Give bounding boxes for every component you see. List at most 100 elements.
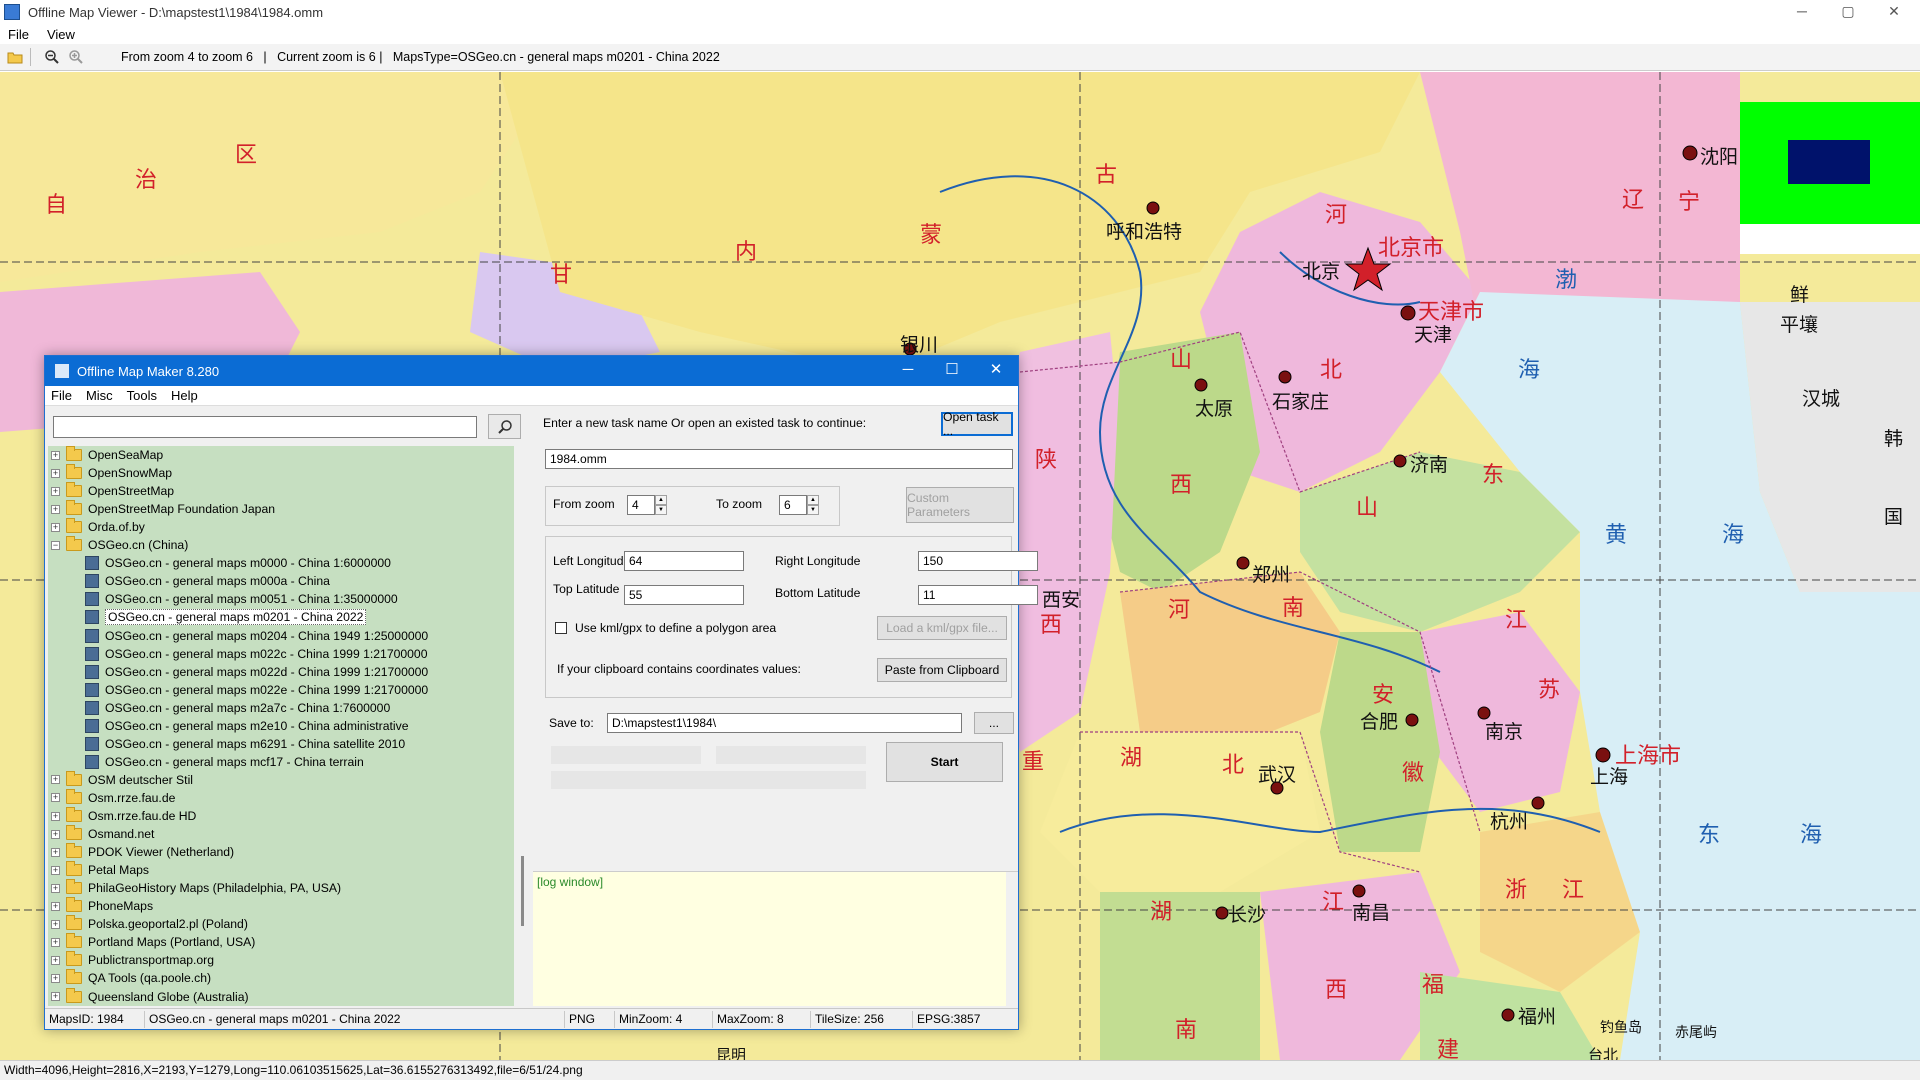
tree-folder-item[interactable]: + Osmand.net bbox=[51, 825, 154, 843]
tree-folder-item[interactable]: + Osm.rrze.fau.de bbox=[51, 788, 175, 807]
search-button[interactable] bbox=[488, 414, 521, 439]
status-min-zoom: MinZoom: 4 bbox=[615, 1010, 713, 1028]
menu-help[interactable]: Help bbox=[171, 388, 198, 403]
save-to-input[interactable]: D:\mapstest1\1984\ bbox=[607, 713, 962, 733]
tree-folder-item[interactable]: − OSGeo.cn (China) bbox=[51, 536, 188, 554]
dialog-titlebar[interactable]: Offline Map Maker 8.280 ─ ☐ ✕ bbox=[45, 356, 1018, 386]
map-label: 山 bbox=[1170, 348, 1193, 373]
log-scrollbar[interactable] bbox=[1006, 872, 1018, 1007]
left-longitude-input[interactable]: 64 bbox=[624, 551, 744, 571]
tree-map-item[interactable]: OSGeo.cn - general maps m6291 - China sa… bbox=[85, 735, 405, 753]
tree-folder-item[interactable]: + Petal Maps bbox=[51, 861, 149, 879]
log-window[interactable]: [log window] bbox=[533, 871, 1018, 1007]
tree-item-label: Queensland Globe (Australia) bbox=[88, 989, 249, 1004]
zoom-out-icon[interactable] bbox=[43, 48, 61, 66]
start-button[interactable]: Start bbox=[886, 742, 1003, 782]
overview-viewport[interactable] bbox=[1788, 140, 1870, 184]
collapse-icon[interactable]: − bbox=[51, 540, 60, 550]
tree-map-item[interactable]: OSGeo.cn - general maps m0204 - China 19… bbox=[85, 627, 428, 645]
expand-icon[interactable]: + bbox=[51, 450, 60, 460]
custom-parameters-button[interactable]: Custom Parameters bbox=[906, 487, 1014, 523]
tree-map-item[interactable]: OSGeo.cn - general maps m022d - China 19… bbox=[85, 663, 428, 681]
city-label: 平壤 bbox=[1780, 314, 1819, 336]
tree-map-item[interactable]: OSGeo.cn - general maps m2e10 - China ad… bbox=[85, 717, 408, 735]
tree-folder-item[interactable]: + QA Tools (qa.poole.ch) bbox=[51, 969, 211, 987]
map-icon bbox=[85, 610, 99, 625]
tree-map-item[interactable]: OSGeo.cn - general maps m022e - China 19… bbox=[85, 681, 428, 699]
scrollbar-thumb[interactable] bbox=[521, 856, 524, 926]
top-latitude-input[interactable]: 55 bbox=[624, 585, 744, 605]
expand-icon[interactable]: + bbox=[51, 504, 60, 514]
use-kml-checkbox[interactable] bbox=[555, 622, 567, 634]
menu-misc[interactable]: Misc bbox=[86, 388, 113, 403]
expand-icon[interactable]: + bbox=[51, 522, 60, 532]
tree-folder-item[interactable]: + OpenSeaMap bbox=[51, 446, 163, 464]
expand-icon[interactable]: + bbox=[51, 829, 60, 839]
open-task-button[interactable]: Open task ... bbox=[941, 410, 1013, 438]
tree-folder-item[interactable]: + PhilaGeoHistory Maps (Philadelphia, PA,… bbox=[51, 879, 341, 897]
tree-folder-item[interactable]: + Osm.rrze.fau.de HD bbox=[51, 807, 196, 825]
tree-scrollbar[interactable] bbox=[517, 446, 529, 1006]
tree-folder-item[interactable]: + Portland Maps (Portland, USA) bbox=[51, 933, 255, 951]
tree-folder-item[interactable]: + OpenStreetMap bbox=[51, 482, 174, 500]
expand-icon[interactable]: + bbox=[51, 883, 60, 893]
tree-map-item[interactable]: OSGeo.cn - general maps m0201 - China 20… bbox=[85, 608, 367, 626]
map-source-tree[interactable]: + OpenSeaMap + OpenSnowMap + OpenStreetMap + Op… bbox=[48, 446, 514, 1006]
tree-map-item[interactable]: OSGeo.cn - general maps m0051 - China 1:… bbox=[85, 590, 398, 608]
from-zoom-spinner[interactable]: ▲ ▼ bbox=[655, 495, 667, 515]
expand-icon[interactable]: + bbox=[51, 793, 60, 803]
expand-icon[interactable]: + bbox=[51, 937, 60, 947]
map-overview-inset[interactable] bbox=[1740, 102, 1920, 254]
menu-tools[interactable]: Tools bbox=[127, 388, 157, 403]
tree-map-item[interactable]: OSGeo.cn - general maps m000a - China bbox=[85, 572, 330, 590]
search-input[interactable] bbox=[53, 416, 477, 438]
bottom-latitude-input[interactable]: 11 bbox=[918, 585, 1038, 605]
expand-icon[interactable]: + bbox=[51, 468, 60, 478]
expand-icon[interactable]: + bbox=[51, 847, 60, 857]
tree-map-item[interactable]: OSGeo.cn - general maps m0000 - China 1:… bbox=[85, 554, 391, 572]
expand-icon[interactable]: + bbox=[51, 865, 60, 875]
maximize-button[interactable]: ▢ bbox=[1826, 0, 1870, 24]
to-zoom-input[interactable]: 6 bbox=[779, 495, 807, 515]
city-label: 银川 bbox=[900, 334, 939, 356]
expand-icon[interactable]: + bbox=[51, 811, 60, 821]
tree-folder-item[interactable]: + Publictransportmap.org bbox=[51, 951, 214, 969]
open-folder-icon[interactable] bbox=[6, 48, 24, 66]
menu-file[interactable]: File bbox=[8, 27, 29, 42]
tree-map-item[interactable]: OSGeo.cn - general maps m022c - China 19… bbox=[85, 645, 428, 663]
tree-folder-item[interactable]: + Queensland Globe (Australia) bbox=[51, 987, 249, 1006]
expand-icon[interactable]: + bbox=[51, 775, 60, 785]
tree-folder-item[interactable]: + OpenSnowMap bbox=[51, 464, 172, 482]
map-label: 古 bbox=[1095, 163, 1118, 188]
from-zoom-input[interactable]: 4 bbox=[627, 495, 655, 515]
tree-folder-item[interactable]: + PhoneMaps bbox=[51, 897, 153, 915]
tree-folder-item[interactable]: + PDOK Viewer (Netherland) bbox=[51, 843, 234, 861]
map-label: 湖 bbox=[1120, 746, 1143, 771]
browse-folder-button[interactable]: ... bbox=[974, 712, 1014, 734]
expand-icon[interactable]: + bbox=[51, 973, 60, 983]
tree-folder-item[interactable]: + OSM deutscher Stil bbox=[51, 770, 193, 789]
expand-icon[interactable]: + bbox=[51, 955, 60, 965]
menu-file[interactable]: File bbox=[51, 388, 72, 403]
dialog-minimize-button[interactable]: ─ bbox=[886, 356, 930, 386]
expand-icon[interactable]: + bbox=[51, 992, 60, 1001]
zoom-in-icon[interactable] bbox=[67, 48, 85, 66]
right-longitude-input[interactable]: 150 bbox=[918, 551, 1038, 571]
tree-folder-item[interactable]: + OpenStreetMap Foundation Japan bbox=[51, 500, 275, 518]
dialog-close-button[interactable]: ✕ bbox=[974, 356, 1018, 386]
load-kml-button[interactable]: Load a kml/gpx file... bbox=[877, 616, 1007, 640]
paste-from-clipboard-button[interactable]: Paste from Clipboard bbox=[877, 658, 1007, 682]
minimize-button[interactable]: ─ bbox=[1780, 0, 1824, 24]
task-name-input[interactable]: 1984.omm bbox=[545, 449, 1013, 469]
menu-view[interactable]: View bbox=[47, 27, 75, 42]
tree-folder-item[interactable]: + Polska.geoportal2.pl (Poland) bbox=[51, 915, 248, 933]
expand-icon[interactable]: + bbox=[51, 919, 60, 929]
dialog-maximize-button[interactable]: ☐ bbox=[930, 356, 974, 386]
to-zoom-spinner[interactable]: ▲ ▼ bbox=[807, 495, 819, 515]
tree-folder-item[interactable]: + Orda.of.by bbox=[51, 518, 145, 536]
close-button[interactable]: ✕ bbox=[1872, 0, 1916, 24]
tree-map-item[interactable]: OSGeo.cn - general maps m2a7c - China 1:… bbox=[85, 699, 390, 717]
expand-icon[interactable]: + bbox=[51, 486, 60, 496]
tree-map-item[interactable]: OSGeo.cn - general maps mcf17 - China te… bbox=[85, 753, 364, 771]
expand-icon[interactable]: + bbox=[51, 901, 60, 911]
